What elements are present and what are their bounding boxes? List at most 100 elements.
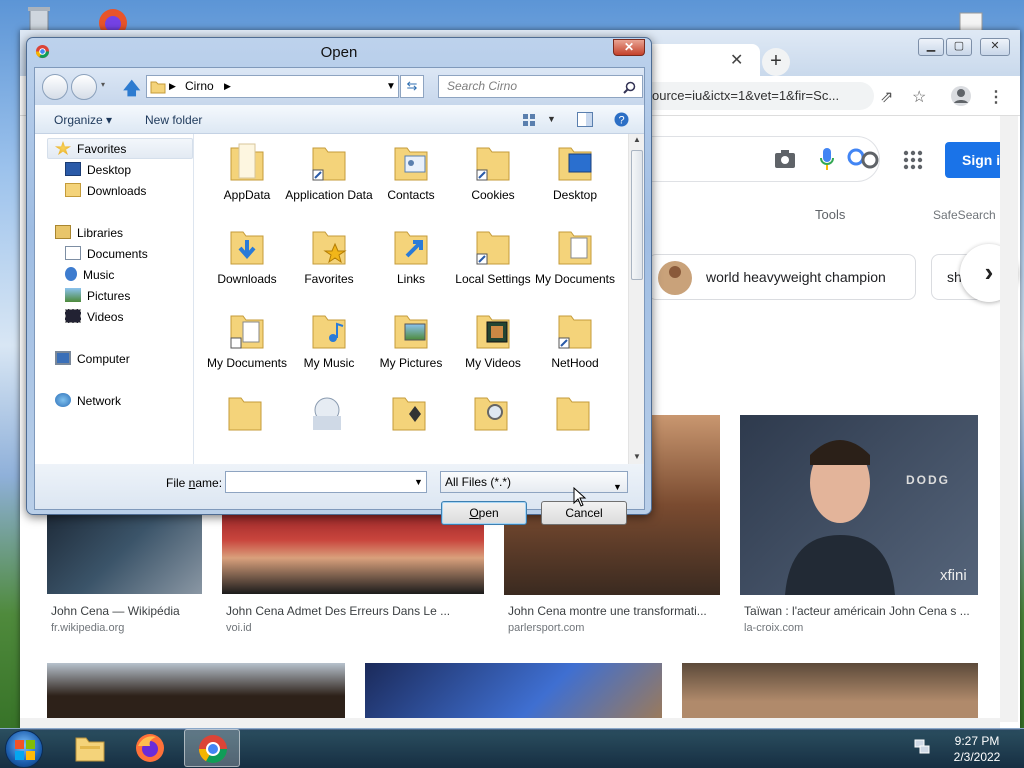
maximize-button[interactable]: ▢: [946, 38, 972, 56]
result-caption-2[interactable]: John Cena Admet Des Erreurs Dans Le ...: [226, 604, 450, 618]
taskbar-clock[interactable]: 9:27 PM 2/3/2022: [940, 733, 1014, 765]
file-item-my-videos[interactable]: My Videos: [449, 308, 537, 370]
nav-item-documents[interactable]: Documents: [65, 244, 148, 264]
navigation-pane: Favorites Desktop Downloads Libraries Do…: [35, 134, 194, 464]
back-button[interactable]: [42, 74, 68, 100]
file-name-label: File name:: [166, 476, 223, 490]
nav-item-desktop[interactable]: Desktop: [65, 160, 131, 180]
downloads-folder-icon: [230, 231, 264, 265]
minimize-button[interactable]: ▁: [918, 38, 944, 56]
documents-icon: [65, 246, 81, 260]
file-item-application-data[interactable]: Application Data: [285, 140, 373, 202]
file-item-downloads[interactable]: Downloads: [203, 224, 291, 286]
folder-shortcut-icon: [476, 147, 510, 181]
file-list-scrollbar[interactable]: ▲ ▼: [628, 134, 644, 464]
file-item-contacts[interactable]: Contacts: [367, 140, 455, 202]
history-dropdown-icon[interactable]: ▼: [386, 76, 396, 97]
bookmark-star-icon[interactable]: ☆: [912, 87, 926, 107]
camera-icon[interactable]: [774, 149, 796, 169]
breadcrumb-separator-icon[interactable]: ▶: [169, 76, 176, 97]
file-item-my-documents-2[interactable]: My Documents: [203, 308, 291, 370]
breadcrumb-separator-icon[interactable]: ▶: [224, 76, 231, 97]
nav-item-music[interactable]: Music: [65, 265, 114, 285]
nav-item-computer[interactable]: Computer: [55, 349, 130, 369]
breadcrumb-item[interactable]: Cirno: [185, 76, 214, 97]
forward-button[interactable]: [71, 74, 97, 100]
file-item-desktop[interactable]: Desktop: [531, 140, 619, 202]
new-tab-button[interactable]: +: [762, 48, 790, 76]
scroll-up-icon[interactable]: ▲: [633, 135, 641, 144]
view-dropdown-icon[interactable]: ▼: [547, 114, 556, 124]
nav-item-favorites[interactable]: Favorites: [55, 139, 126, 159]
svg-text:?: ?: [618, 115, 624, 127]
result-image-6[interactable]: [365, 663, 662, 718]
change-view-icon[interactable]: [523, 114, 537, 127]
file-item-my-documents-1[interactable]: My Documents: [531, 224, 619, 286]
result-image-5[interactable]: [47, 663, 345, 718]
file-item-appdata[interactable]: AppData: [203, 140, 291, 202]
page-vertical-scrollbar[interactable]: [1000, 116, 1018, 722]
microphone-icon[interactable]: [820, 147, 834, 171]
result-image-1[interactable]: [47, 504, 202, 594]
documents-folder-icon: [558, 231, 592, 265]
search-icon[interactable]: [623, 81, 636, 94]
nav-item-network[interactable]: Network: [55, 391, 121, 411]
favorites-folder-icon: [312, 231, 347, 265]
search-settings-icon[interactable]: [846, 147, 880, 173]
result-caption-4[interactable]: Taïwan : l'acteur américain John Cena s …: [744, 604, 970, 618]
nav-item-pictures[interactable]: Pictures: [65, 286, 130, 306]
start-button[interactable]: [5, 730, 43, 768]
file-item-my-pictures[interactable]: My Pictures: [367, 308, 455, 370]
file-item-cookies[interactable]: Cookies: [449, 140, 537, 202]
address-bar[interactable]: ource=iu&ictx=1&vet=1&fir=Sc...: [650, 82, 874, 110]
apps-grid-icon[interactable]: [903, 150, 923, 170]
chip-world-heavyweight-champion[interactable]: world heavyweight champion: [648, 254, 916, 300]
scroll-down-icon[interactable]: ▼: [633, 452, 641, 461]
file-name-dropdown-icon[interactable]: ▼: [414, 477, 423, 487]
dialog-close-button[interactable]: ✕: [613, 39, 645, 56]
help-icon[interactable]: ?: [614, 112, 629, 127]
refresh-button[interactable]: ⇆: [400, 75, 424, 98]
organize-button[interactable]: Organize ▾: [54, 113, 112, 127]
safesearch-button[interactable]: SafeSearch: [933, 208, 996, 222]
open-button[interactable]: Open: [441, 501, 527, 525]
file-item-nethood[interactable]: NetHood: [531, 308, 619, 370]
taskbar-chrome-button[interactable]: [184, 729, 240, 767]
share-icon[interactable]: ⇗: [880, 87, 893, 107]
file-type-dropdown-icon[interactable]: ▼: [613, 477, 622, 497]
profile-icon[interactable]: [950, 85, 972, 107]
address-breadcrumb[interactable]: ▶ Cirno ▶ ▼: [146, 75, 399, 98]
file-name-input[interactable]: ▼: [225, 471, 427, 493]
settings-shortcut-icon[interactable]: [307, 392, 347, 434]
result-caption-1[interactable]: John Cena — Wikipédia: [51, 604, 180, 618]
tools-button[interactable]: Tools: [815, 207, 845, 222]
tab-close-icon[interactable]: ✕: [730, 50, 743, 70]
file-item-links[interactable]: Links: [367, 224, 455, 286]
preview-pane-icon[interactable]: [577, 112, 593, 127]
taskbar-firefox-button[interactable]: [122, 729, 178, 767]
folder-icon[interactable]: [225, 392, 265, 434]
search-input[interactable]: Search Cirno: [438, 75, 643, 98]
new-folder-button[interactable]: New folder: [145, 113, 202, 127]
searches-folder-icon[interactable]: [471, 392, 511, 434]
nav-item-downloads[interactable]: Downloads: [65, 181, 146, 201]
taskbar-explorer-button[interactable]: [62, 729, 118, 767]
chrome-close-button[interactable]: ✕: [980, 38, 1010, 56]
file-item-local-settings[interactable]: Local Settings: [449, 224, 537, 286]
result-caption-3[interactable]: John Cena montre une transformati...: [508, 604, 707, 618]
network-tray-icon[interactable]: [914, 738, 930, 754]
nav-item-videos[interactable]: Videos: [65, 307, 123, 327]
nav-item-libraries[interactable]: Libraries: [55, 223, 123, 243]
recent-pages-chevron-icon[interactable]: ▾: [101, 80, 105, 89]
file-type-select[interactable]: All Files (*.*) ▼: [440, 471, 628, 493]
file-item-my-music[interactable]: My Music: [285, 308, 373, 370]
menu-kebab-icon[interactable]: ⋮: [988, 87, 1004, 107]
result-image-7[interactable]: [682, 663, 978, 718]
scrollbar-thumb[interactable]: [631, 150, 643, 280]
sign-in-button[interactable]: Sign i: [945, 142, 1005, 178]
file-item-favorites[interactable]: Favorites: [285, 224, 373, 286]
up-arrow-icon[interactable]: 🡅: [123, 76, 140, 105]
result-image-4[interactable]: DODG xfini: [740, 415, 978, 595]
folder-icon[interactable]: [553, 392, 593, 434]
games-folder-icon[interactable]: [389, 392, 429, 434]
